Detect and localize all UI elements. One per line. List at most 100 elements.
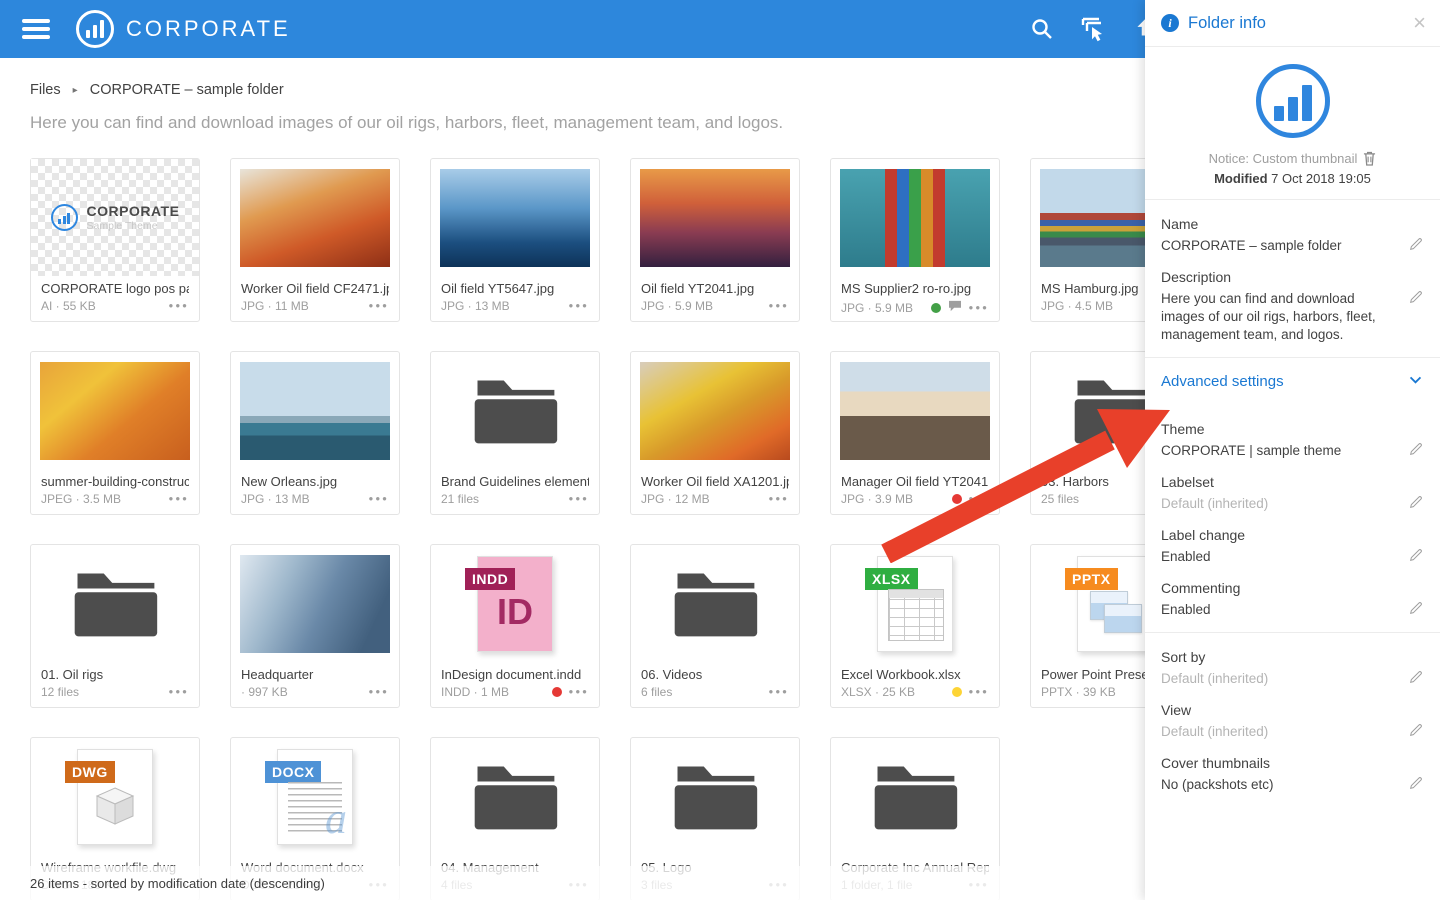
search-icon[interactable] <box>1030 17 1054 41</box>
more-options-button[interactable]: ●●● <box>769 495 790 503</box>
file-thumbnail <box>231 352 399 469</box>
file-card[interactable]: 03. Harbors25 files●●● <box>1030 351 1145 515</box>
file-card[interactable]: 01. Oil rigs 12 files ●●● <box>30 544 200 708</box>
file-meta: INDD · 1 MB <box>441 685 509 699</box>
file-title: Oil field YT5647.jpg <box>441 281 589 296</box>
panel-field: Cover thumbnailsNo (packshots etc) <box>1161 754 1424 794</box>
file-caption: 06. Videos6 files●●● <box>631 662 799 699</box>
edit-icon[interactable] <box>1408 669 1424 690</box>
file-card[interactable]: MS Supplier2 ro-ro.jpgJPG · 5.9 MB●●● <box>830 158 1000 322</box>
field-value: CORPORATE – sample folder <box>1161 237 1398 255</box>
delete-thumbnail-icon[interactable] <box>1363 151 1376 166</box>
item-count-status: 26 items - sorted by modification date (… <box>30 876 325 891</box>
file-card[interactable]: Oil field YT5647.jpg JPG · 13 MB ●●● <box>430 158 600 322</box>
file-card[interactable]: 06. Videos6 files●●● <box>630 544 800 708</box>
field-value: Enabled <box>1161 548 1398 566</box>
advanced-settings-toggle[interactable]: Advanced settings <box>1145 357 1440 405</box>
file-card[interactable]: PPTXPower Point PresentPPTX · 39 KB●●● <box>1030 544 1145 708</box>
folder-icon <box>431 738 599 855</box>
file-title: Worker Oil field XA1201.jpg <box>641 474 789 489</box>
more-options-button[interactable]: ●●● <box>569 302 590 310</box>
document-page: XLSX <box>877 556 953 652</box>
file-title: Headquarter <box>241 667 389 682</box>
file-badges: ●●● <box>569 495 590 503</box>
file-card[interactable]: MS Hamburg.jpgJPG · 4.5 MB●●● <box>1030 158 1145 322</box>
file-card[interactable]: New Orleans.jpg JPG · 13 MB ●●● <box>230 351 400 515</box>
file-badges: ●●● <box>769 688 790 696</box>
more-options-button[interactable]: ●●● <box>969 304 990 312</box>
select-files-icon[interactable] <box>1080 16 1106 42</box>
edit-icon[interactable] <box>1408 289 1424 310</box>
file-title: New Orleans.jpg <box>241 474 389 489</box>
file-card[interactable]: Worker Oil field XA1201.jpgJPG · 12 MB●●… <box>630 351 800 515</box>
file-meta: JPG · 13 MB <box>441 299 510 313</box>
more-options-button[interactable]: ●●● <box>969 495 990 503</box>
more-options-button[interactable]: ●●● <box>169 495 190 503</box>
more-options-button[interactable]: ●●● <box>369 495 390 503</box>
file-badges: ●●● <box>169 302 190 310</box>
field-value: No (packshots etc) <box>1161 776 1398 794</box>
file-meta: JPG · 3.9 MB <box>841 492 913 506</box>
file-title: Oil field YT2041.jpg <box>641 281 789 296</box>
more-options-button[interactable]: ●●● <box>169 688 190 696</box>
more-options-button[interactable]: ●●● <box>569 688 590 696</box>
close-icon[interactable]: × <box>1413 12 1426 34</box>
more-options-button[interactable]: ●●● <box>569 495 590 503</box>
edit-icon[interactable] <box>1408 775 1424 796</box>
file-card[interactable]: Manager Oil field YT2041 JPG · 3.9 MB ●●● <box>830 351 1000 515</box>
docx-file-icon: DOCXa <box>231 738 399 855</box>
document-page: DOCXa <box>277 749 353 845</box>
edit-icon[interactable] <box>1408 600 1424 621</box>
breadcrumb-files-link[interactable]: Files <box>30 82 61 98</box>
file-card[interactable]: summer-building-constructionJPEG · 3.5 M… <box>30 351 200 515</box>
file-thumbnail <box>1031 159 1145 276</box>
folder-info-panel: i Folder info × Notice: Custom thumbnail… <box>1145 0 1440 900</box>
folder-icon <box>31 545 199 662</box>
file-meta-row: XLSX · 25 KB●●● <box>841 685 989 699</box>
brand-logo[interactable]: CORPORATE <box>76 10 291 48</box>
file-badges: ●●● <box>369 688 390 696</box>
corporate-logo-icon <box>76 10 114 48</box>
more-options-button[interactable]: ●●● <box>769 302 790 310</box>
more-options-button[interactable]: ●●● <box>969 688 990 696</box>
folder-icon <box>1031 352 1145 469</box>
file-meta: JPG · 13 MB <box>241 492 310 506</box>
more-options-button[interactable]: ●●● <box>769 688 790 696</box>
more-options-button[interactable]: ●●● <box>369 688 390 696</box>
file-title: 01. Oil rigs <box>41 667 189 682</box>
menu-icon[interactable] <box>22 15 50 44</box>
file-caption: Power Point PresentPPTX · 39 KB●●● <box>1031 662 1145 699</box>
photo-thumbnail <box>1040 169 1145 267</box>
edit-icon[interactable] <box>1408 722 1424 743</box>
file-caption: Excel Workbook.xlsxXLSX · 25 KB●●● <box>831 662 999 699</box>
file-card[interactable]: CORPORATESample ThemeCORPORATE logo pos … <box>30 158 200 322</box>
file-badges: ●●● <box>369 495 390 503</box>
file-badges: ●●● <box>952 687 990 697</box>
file-caption: Oil field YT5647.jpg JPG · 13 MB ●●● <box>431 276 599 313</box>
file-card[interactable]: Worker Oil field CF2471.jpgJPG · 11 MB●●… <box>230 158 400 322</box>
file-title: Manager Oil field YT2041 <box>841 474 989 489</box>
indd-letters: ID <box>478 591 552 633</box>
file-card[interactable]: XLSX Excel Workbook.xlsxXLSX · 25 KB●●● <box>830 544 1000 708</box>
edit-icon[interactable] <box>1408 441 1424 462</box>
more-options-button[interactable]: ●●● <box>369 302 390 310</box>
file-card[interactable]: INDDIDInDesign document.inddINDD · 1 MB●… <box>430 544 600 708</box>
thumbnail-notice: Notice: Custom thumbnail <box>1209 151 1358 166</box>
folder-icon <box>831 738 999 855</box>
edit-icon[interactable] <box>1408 236 1424 257</box>
edit-icon[interactable] <box>1408 494 1424 515</box>
more-options-button[interactable]: ●●● <box>169 302 190 310</box>
filetype-badge: DWG <box>65 761 115 783</box>
file-badges: ●●● <box>769 495 790 503</box>
file-meta: 12 files <box>41 685 79 699</box>
field-label: Commenting <box>1161 579 1398 598</box>
slide-graphic <box>1104 604 1142 633</box>
panel-field: CommentingEnabled <box>1161 579 1424 619</box>
file-meta-row: 12 files ●●● <box>41 685 189 699</box>
file-meta: AI · 55 KB <box>41 299 96 313</box>
file-card[interactable]: Headquarter· 997 KB●●● <box>230 544 400 708</box>
file-meta-row: JPG · 13 MB ●●● <box>241 492 389 506</box>
edit-icon[interactable] <box>1408 547 1424 568</box>
file-card[interactable]: Brand Guidelines elements21 files●●● <box>430 351 600 515</box>
file-card[interactable]: Oil field YT2041.jpgJPG · 5.9 MB●●● <box>630 158 800 322</box>
